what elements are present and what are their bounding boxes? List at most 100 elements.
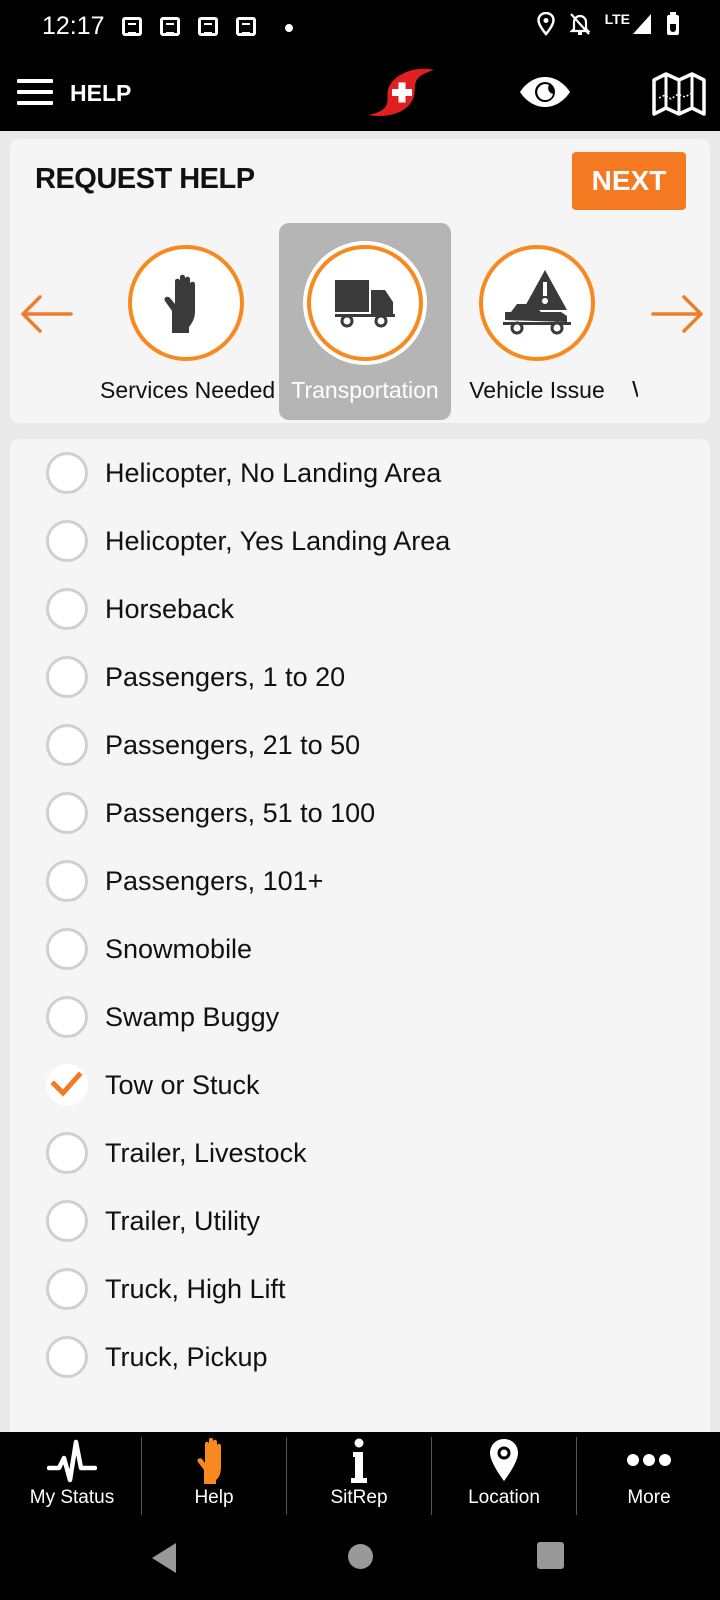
- nav-more[interactable]: More: [577, 1432, 720, 1519]
- option-label: Helicopter, No Landing Area: [105, 457, 442, 488]
- radio-unchecked[interactable]: [46, 452, 88, 494]
- category-transportation[interactable]: Transportation: [279, 223, 451, 420]
- news-icon: [198, 17, 218, 36]
- eye-icon[interactable]: [518, 76, 572, 108]
- radio-unchecked[interactable]: [46, 792, 88, 834]
- option-label: Truck, High Lift: [105, 1273, 286, 1304]
- arrow-right-icon[interactable]: [650, 294, 706, 334]
- network-type: LTE: [604, 11, 630, 27]
- option-label: Snowmobile: [105, 933, 253, 964]
- radio-unchecked[interactable]: [46, 1132, 88, 1174]
- hand-icon: [197, 1438, 221, 1484]
- content-area: REQUEST HELP NEXT Services Needed Transp…: [0, 131, 720, 1439]
- option-label: Trailer, Livestock: [105, 1137, 307, 1168]
- option-item[interactable]: Trailer, Livestock: [10, 1119, 710, 1187]
- nav-help[interactable]: Help: [142, 1432, 286, 1519]
- nav-label: My Status: [29, 1487, 115, 1508]
- radio-unchecked[interactable]: [46, 860, 88, 902]
- category-vehicle-issue[interactable]: Vehicle Issue: [451, 223, 623, 420]
- nav-sitrep[interactable]: SitRep: [287, 1432, 431, 1519]
- option-label: Passengers, 51 to 100: [105, 797, 376, 828]
- option-label: Swamp Buggy: [105, 1001, 280, 1032]
- app-bar: HELP: [0, 54, 720, 131]
- info-icon: [351, 1438, 367, 1483]
- option-item[interactable]: Helicopter, Yes Landing Area: [10, 507, 710, 575]
- radio-unchecked[interactable]: [46, 656, 88, 698]
- radio-checked[interactable]: [46, 1064, 88, 1106]
- radio-unchecked[interactable]: [46, 1268, 88, 1310]
- more-dots-icon: [627, 1454, 671, 1466]
- option-item-selected[interactable]: Tow or Stuck: [10, 1051, 710, 1119]
- bottom-nav: My Status Help SitRep Location More: [0, 1432, 720, 1519]
- truck-icon: [335, 280, 395, 328]
- news-icon: [236, 17, 256, 36]
- location-pin-icon: [490, 1439, 518, 1481]
- nav-location[interactable]: Location: [432, 1432, 576, 1519]
- radio-unchecked[interactable]: [46, 588, 88, 630]
- status-right-icons: LTE: [536, 11, 680, 36]
- status-bar: 12:17 LTE: [0, 0, 720, 54]
- option-label: Passengers, 101+: [105, 865, 324, 896]
- request-help-card: REQUEST HELP NEXT Services Needed Transp…: [10, 139, 710, 423]
- category-icon-circle: [128, 245, 244, 361]
- recents-icon[interactable]: [537, 1542, 564, 1569]
- option-item[interactable]: Truck, High Lift: [10, 1255, 710, 1323]
- option-item[interactable]: Swamp Buggy: [10, 983, 710, 1051]
- category-label: Vehicle Issue: [469, 377, 605, 403]
- radio-unchecked[interactable]: [46, 928, 88, 970]
- option-label: Tow or Stuck: [105, 1069, 260, 1100]
- request-help-heading: REQUEST HELP: [35, 163, 255, 195]
- category-label: Transportation: [291, 377, 439, 403]
- radio-unchecked[interactable]: [46, 1336, 88, 1378]
- radio-unchecked[interactable]: [46, 520, 88, 562]
- option-item[interactable]: Passengers, 101+: [10, 847, 710, 915]
- category-partial-label[interactable]: W: [632, 376, 638, 402]
- option-label: Trailer, Utility: [105, 1205, 261, 1236]
- app-logo: [368, 68, 434, 116]
- option-label: Truck, Pickup: [105, 1341, 268, 1372]
- category-icon-circle: [479, 245, 595, 361]
- menu-icon[interactable]: [17, 79, 53, 105]
- option-label: Horseback: [105, 593, 235, 624]
- next-button[interactable]: NEXT: [572, 152, 686, 210]
- signal-icon: [633, 14, 651, 34]
- news-icon: [160, 17, 180, 36]
- location-icon: [536, 12, 555, 36]
- radio-unchecked[interactable]: [46, 1200, 88, 1242]
- vehicle-warning-icon: [503, 270, 571, 335]
- option-item[interactable]: Trailer, Utility: [10, 1187, 710, 1255]
- news-icon: [122, 17, 142, 36]
- option-item[interactable]: Truck, Pickup: [10, 1323, 710, 1391]
- option-item[interactable]: Passengers, 21 to 50: [10, 711, 710, 779]
- nav-label: Location: [468, 1487, 540, 1508]
- radio-unchecked[interactable]: [46, 996, 88, 1038]
- app-bar-title: HELP: [70, 80, 132, 106]
- radio-unchecked[interactable]: [46, 724, 88, 766]
- status-time: 12:17: [42, 12, 105, 40]
- back-icon[interactable]: [152, 1543, 178, 1573]
- battery-icon: [667, 12, 679, 35]
- arrow-left-icon[interactable]: [18, 294, 74, 334]
- option-label: Passengers, 21 to 50: [105, 729, 361, 760]
- category-label: Services Needed: [100, 377, 276, 403]
- option-item[interactable]: Snowmobile: [10, 915, 710, 983]
- option-item[interactable]: Helicopter, No Landing Area: [10, 439, 710, 507]
- category-services-needed[interactable]: Services Needed: [100, 223, 276, 420]
- nav-label: More: [627, 1487, 671, 1508]
- options-list: Helicopter, No Landing Area Helicopter, …: [10, 439, 710, 1439]
- option-item[interactable]: Passengers, 1 to 20: [10, 643, 710, 711]
- more-notifications-dot: [285, 24, 293, 32]
- option-label: Passengers, 1 to 20: [105, 661, 346, 692]
- nav-label: Help: [194, 1487, 234, 1508]
- category-icon-circle: [307, 245, 423, 361]
- map-icon[interactable]: [652, 72, 706, 116]
- nav-label: SitRep: [330, 1487, 388, 1508]
- hand-icon: [164, 274, 195, 333]
- option-item[interactable]: Horseback: [10, 575, 710, 643]
- bell-off-icon: [568, 13, 591, 35]
- nav-my-status[interactable]: My Status: [0, 1432, 144, 1519]
- option-item[interactable]: Passengers, 51 to 100: [10, 779, 710, 847]
- pulse-icon: [47, 1439, 97, 1483]
- home-icon[interactable]: [348, 1544, 373, 1569]
- option-label: Helicopter, Yes Landing Area: [105, 525, 451, 556]
